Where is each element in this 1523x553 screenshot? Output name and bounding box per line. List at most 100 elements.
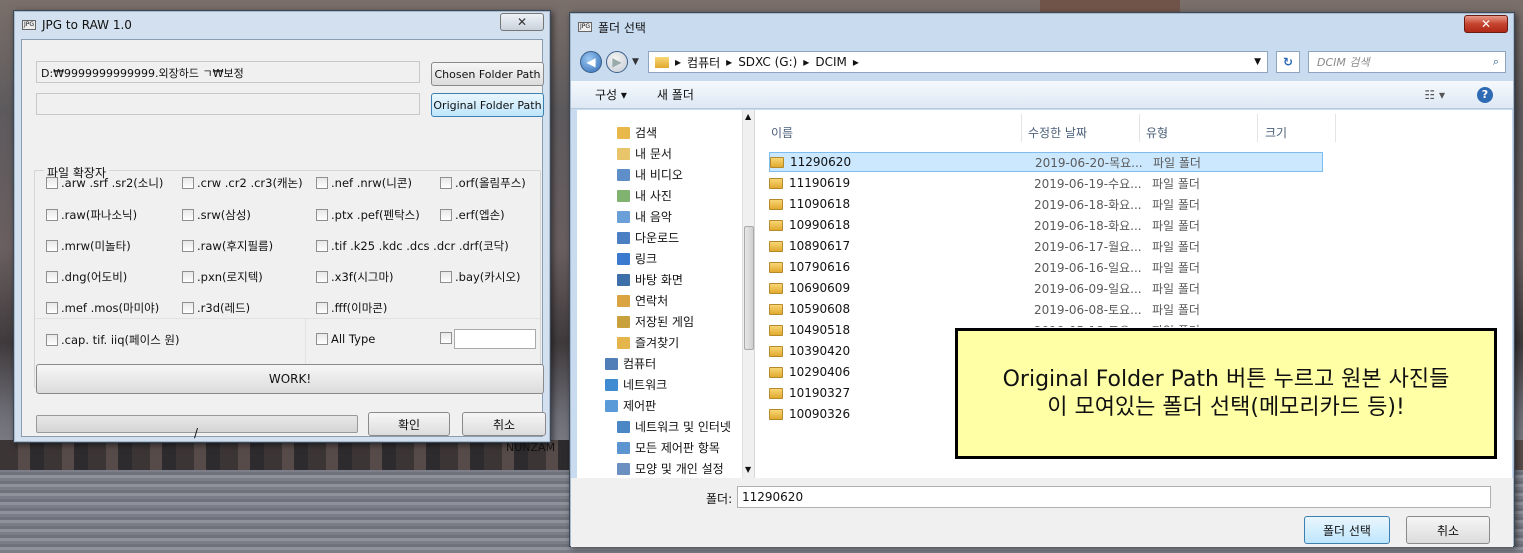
original-folder-path-button[interactable]: Original Folder Path xyxy=(431,93,544,117)
checkbox-logitech[interactable]: .pxn(로지텍) xyxy=(182,269,263,285)
original-folder-path-field[interactable] xyxy=(36,93,420,115)
checkbox-box[interactable] xyxy=(440,332,452,344)
checkbox-phase-one[interactable]: .cap. tif. iiq(페이스 원) xyxy=(46,332,180,348)
checkbox-box[interactable] xyxy=(182,302,194,314)
nav-item-appearance[interactable]: 모양 및 개인 설정 xyxy=(617,460,724,477)
checkbox-box[interactable] xyxy=(182,177,194,189)
crumb-computer[interactable]: 컴퓨터 xyxy=(687,54,720,71)
nav-item-search[interactable]: 검색 xyxy=(617,124,657,141)
checkbox-canon[interactable]: .crw .cr2 .cr3(캐논) xyxy=(182,175,303,191)
nav-item-computer[interactable]: 컴퓨터 xyxy=(605,355,656,372)
checkbox-sigma[interactable]: .x3f(시그마) xyxy=(316,269,394,285)
checkbox-box[interactable] xyxy=(316,209,328,221)
table-row[interactable]: 11190619 2019-06-19-수요... 파일 폴더 xyxy=(769,173,1323,193)
close-button[interactable]: ✕ xyxy=(1464,15,1508,33)
nav-item-documents[interactable]: 내 문서 xyxy=(617,145,672,162)
nav-item-downloads[interactable]: 다운로드 xyxy=(617,229,679,246)
checkbox-custom[interactable] xyxy=(440,332,455,344)
column-type[interactable]: 유형 xyxy=(1146,124,1168,141)
history-dropdown-icon[interactable]: ▼ xyxy=(632,57,639,67)
checkbox-box[interactable] xyxy=(440,209,452,221)
forward-arrow-icon[interactable]: ▶ xyxy=(606,51,628,73)
cancel-button[interactable]: 취소 xyxy=(1406,516,1490,544)
view-options-icon[interactable]: ☷ ▾ xyxy=(1424,88,1445,102)
table-row[interactable]: 10690609 2019-06-09-일요... 파일 폴더 xyxy=(769,278,1323,298)
scroll-up-icon[interactable]: ▲ xyxy=(745,112,751,121)
checkbox-imacon[interactable]: .fff(이마콘) xyxy=(316,300,387,316)
checkbox-box[interactable] xyxy=(46,240,58,252)
table-row[interactable]: 10990618 2019-06-18-화요... 파일 폴더 xyxy=(769,215,1323,235)
nav-item-contacts[interactable]: 연락처 xyxy=(617,292,668,309)
checkbox-panasonic[interactable]: .raw(파나소닉) xyxy=(46,207,137,223)
checkbox-box[interactable] xyxy=(182,240,194,252)
title-bar[interactable]: JPG 폴더 선택 ✕ xyxy=(570,13,1514,41)
work-button[interactable]: WORK! xyxy=(36,364,544,394)
confirm-button[interactable]: 확인 xyxy=(368,412,450,436)
nav-item-all-control-panel[interactable]: 모든 제어판 항목 xyxy=(617,439,720,456)
nav-item-pictures[interactable]: 내 사진 xyxy=(617,187,672,204)
checkbox-olympus[interactable]: .orf(올림푸스) xyxy=(440,175,526,191)
chosen-folder-path-field[interactable]: D:₩9999999999999.외장하드 ㄱ₩보정 xyxy=(36,61,420,83)
checkbox-box[interactable] xyxy=(46,302,58,314)
breadcrumb[interactable]: ▸ 컴퓨터 ▸ SDXC (G:) ▸ DCIM ▸ ▼ xyxy=(648,51,1268,73)
nav-scrollbar[interactable]: ▲ ▼ xyxy=(742,110,754,478)
checkbox-box[interactable] xyxy=(182,271,194,283)
checkbox-box[interactable] xyxy=(182,209,194,221)
cancel-button[interactable]: 취소 xyxy=(462,412,546,436)
checkbox-box[interactable] xyxy=(316,271,328,283)
checkbox-red[interactable]: .r3d(레드) xyxy=(182,300,250,316)
checkbox-box[interactable] xyxy=(316,333,328,345)
refresh-icon[interactable]: ↻ xyxy=(1276,51,1300,73)
table-row[interactable]: 11090618 2019-06-18-화요... 파일 폴더 xyxy=(769,194,1323,214)
search-input[interactable]: DCIM 검색 ⌕ xyxy=(1308,51,1506,73)
checkbox-box[interactable] xyxy=(440,271,452,283)
chosen-folder-path-button[interactable]: Chosen Folder Path xyxy=(431,62,544,86)
checkbox-box[interactable] xyxy=(46,271,58,283)
checkbox-samsung[interactable]: .srw(삼성) xyxy=(182,207,251,223)
checkbox-minolta[interactable]: .mrw(미놀타) xyxy=(46,238,131,254)
table-row[interactable]: 10790616 2019-06-16-일요... 파일 폴더 xyxy=(769,257,1323,277)
checkbox-box[interactable] xyxy=(316,302,328,314)
new-folder-button[interactable]: 새 폴더 xyxy=(657,86,694,103)
checkbox-casio[interactable]: .bay(카시오) xyxy=(440,269,521,285)
nav-item-links[interactable]: 링크 xyxy=(617,250,657,267)
nav-item-network[interactable]: 네트워크 xyxy=(605,376,667,393)
title-bar[interactable]: JPG JPG to RAW 1.0 ✕ xyxy=(14,11,550,39)
nav-item-favorites[interactable]: 즐겨찾기 xyxy=(617,334,679,351)
nav-item-videos[interactable]: 내 비디오 xyxy=(617,166,683,183)
nav-item-music[interactable]: 내 음악 xyxy=(617,208,672,225)
checkbox-epson[interactable]: .erf(엡손) xyxy=(440,207,505,223)
checkbox-adobe[interactable]: .dng(어도비) xyxy=(46,269,127,285)
checkbox-box[interactable] xyxy=(46,334,58,346)
table-row[interactable]: 10590608 2019-06-08-토요... 파일 폴더 xyxy=(769,299,1323,319)
checkbox-box[interactable] xyxy=(440,177,452,189)
checkbox-box[interactable] xyxy=(316,240,328,252)
checkbox-sony[interactable]: .arw .srf .sr2(소니) xyxy=(46,175,163,191)
back-arrow-icon[interactable]: ◀ xyxy=(580,51,602,73)
checkbox-kodak[interactable]: .tif .k25 .kdc .dcs .dcr .drf(코닥) xyxy=(316,238,509,254)
checkbox-fujifilm[interactable]: .raw(후지필름) xyxy=(182,238,273,254)
search-icon[interactable]: ⌕ xyxy=(1493,55,1499,69)
table-row[interactable]: 11290620 2019-06-20-목요... 파일 폴더 xyxy=(769,152,1323,172)
address-dropdown-icon[interactable]: ▼ xyxy=(1254,57,1261,67)
custom-extension-input[interactable] xyxy=(454,329,536,349)
column-date[interactable]: 수정한 날짜 xyxy=(1028,124,1087,141)
checkbox-mamiya[interactable]: .mef .mos(마미야) xyxy=(46,300,159,316)
organize-menu[interactable]: 구성 ▾ xyxy=(595,86,627,103)
column-size[interactable]: 크기 xyxy=(1265,124,1287,141)
nav-item-network-internet[interactable]: 네트워크 및 인터넷 xyxy=(617,418,731,435)
scroll-thumb[interactable] xyxy=(744,226,754,350)
checkbox-box[interactable] xyxy=(46,209,58,221)
folder-name-input[interactable]: 11290620 xyxy=(737,486,1491,508)
close-button[interactable]: ✕ xyxy=(500,13,544,31)
crumb-sdxc[interactable]: SDXC (G:) xyxy=(738,55,797,69)
help-icon[interactable]: ? xyxy=(1477,86,1493,103)
nav-item-control-panel[interactable]: 제어판 xyxy=(605,397,656,414)
nav-item-saved-games[interactable]: 저장된 게임 xyxy=(617,313,694,330)
scroll-down-icon[interactable]: ▼ xyxy=(745,465,751,474)
column-name[interactable]: 이름 xyxy=(771,124,793,141)
checkbox-all-type[interactable]: All Type xyxy=(316,332,375,346)
checkbox-box[interactable] xyxy=(316,177,328,189)
select-folder-button[interactable]: 폴더 선택 xyxy=(1304,516,1390,544)
crumb-dcim[interactable]: DCIM xyxy=(815,55,847,69)
